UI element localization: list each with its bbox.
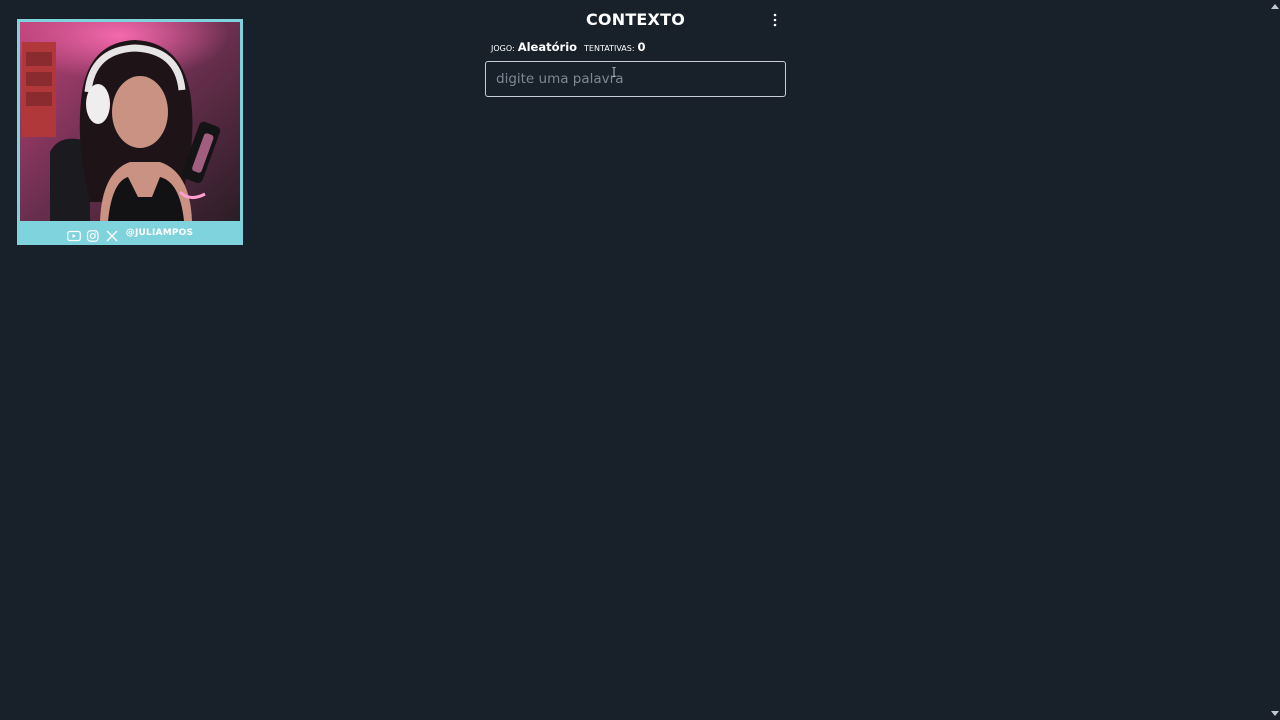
vertical-dots-icon: [773, 13, 777, 27]
x-icon: [105, 227, 119, 242]
page: @JULIAMPOS CONTEXTO jogo: Aleatório tent…: [0, 0, 1280, 720]
webcam-video: [20, 22, 240, 221]
webcam-overlay: @JULIAMPOS: [17, 19, 243, 245]
page-title: CONTEXTO: [585, 10, 686, 29]
game-container: CONTEXTO jogo: Aleatório tentativas: 0: [485, 0, 786, 97]
attempts-label: tentativas:: [584, 44, 635, 53]
instagram-icon: [86, 227, 100, 242]
youtube-icon: [66, 227, 81, 242]
attempts-value: 0: [637, 40, 646, 54]
streamer-image: [20, 22, 240, 221]
webcam-social-bar: @JULIAMPOS: [20, 223, 240, 243]
social-handle: @JULIAMPOS: [125, 228, 194, 238]
scroll-up-icon[interactable]: [1271, 4, 1279, 9]
text-cursor-icon: [612, 67, 616, 77]
scroll-down-icon[interactable]: [1271, 711, 1279, 716]
game-value: Aleatório: [517, 40, 578, 54]
menu-button[interactable]: [770, 12, 780, 28]
word-input[interactable]: [485, 61, 786, 97]
title-bar: CONTEXTO: [485, 0, 786, 40]
game-label: jogo:: [491, 44, 515, 53]
scrollbar[interactable]: [1269, 0, 1280, 720]
game-info: jogo: Aleatório tentativas: 0: [485, 40, 786, 54]
